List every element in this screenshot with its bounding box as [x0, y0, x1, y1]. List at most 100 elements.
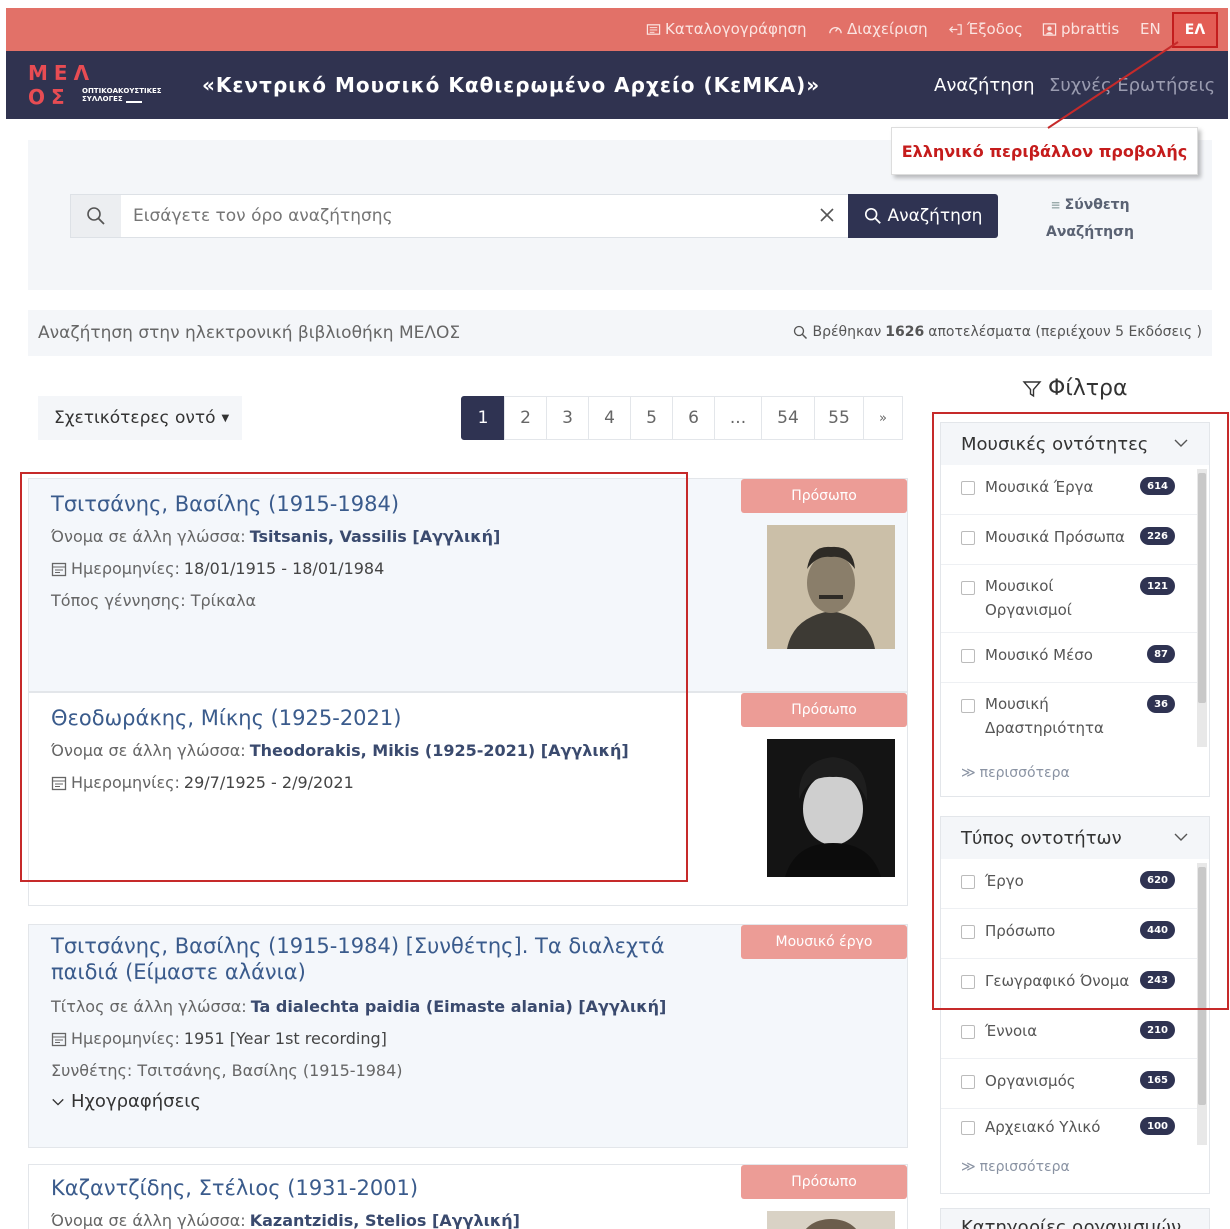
result-alt-name: Όνομα σε άλλη γλώσσα: Theodorakis, Mikis…: [51, 741, 629, 760]
filter-group-header[interactable]: Μουσικές οντότητες: [941, 423, 1209, 465]
admin-link[interactable]: Διαχείριση: [828, 20, 928, 38]
filter-item-label: Οργανισμός: [985, 1072, 1076, 1090]
filter-group-title: Τύπος οντοτήτων: [961, 827, 1122, 849]
result-dates: Ημερομηνίες: 18/01/1915 - 18/01/1984: [51, 559, 384, 578]
filter-item[interactable]: Πρόσωπο 440: [941, 909, 1197, 959]
chevron-down-icon: [52, 1098, 64, 1106]
advanced-search-line2: Αναζήτηση: [1046, 224, 1134, 240]
filter-group-header[interactable]: Κατηγορίες οργανισμών: [941, 1209, 1209, 1229]
filter-item[interactable]: Μουσικό Μέσο 87: [941, 633, 1197, 683]
nav-faq-link[interactable]: Συχνές Ερωτήσεις: [1049, 75, 1215, 96]
logo-letters-bottom: ΟΣ: [28, 85, 71, 109]
filter-checkbox[interactable]: [961, 481, 975, 495]
lang-el-button[interactable]: ΕΛ: [1172, 12, 1218, 48]
lang-el-label: ΕΛ: [1184, 22, 1206, 38]
filter-checkbox[interactable]: [961, 1075, 975, 1089]
filter-count-badge: 210: [1140, 1021, 1175, 1039]
filter-item[interactable]: Μουσική Δραστηριότητα 36: [941, 683, 1197, 749]
filter-item[interactable]: Μουσικά Έργα 614: [941, 465, 1197, 515]
filter-item[interactable]: Γεωγραφικό Όνομα 243: [941, 959, 1197, 1009]
filter-checkbox[interactable]: [961, 531, 975, 545]
result-card[interactable]: Θεοδωράκης, Μίκης (1925-2021) Όνομα σε ά…: [28, 692, 908, 906]
scrollbar-thumb[interactable]: [1198, 473, 1206, 703]
page-6[interactable]: 6: [672, 396, 715, 440]
clear-icon[interactable]: [815, 203, 839, 227]
entity-type-badge: Πρόσωπο: [741, 479, 907, 513]
annotation-callout: Ελληνικό περιβάλλον προβολής: [891, 127, 1198, 175]
result-dates: Ημερομηνίες: 1951 [Year 1st recording]: [51, 1029, 387, 1048]
sort-dropdown[interactable]: Σχετικότερες οντό ▼: [38, 396, 242, 440]
search-button-label: Αναζήτηση: [887, 206, 983, 226]
filter-checkbox[interactable]: [961, 975, 975, 989]
result-card[interactable]: Τσιτσάνης, Βασίλης (1915-1984) Όνομα σε …: [28, 478, 908, 692]
filter-item-label: Μουσικό Μέσο: [985, 646, 1093, 664]
main-header: ΜΕΛ ΟΣ ΟΠΤΙΚΟΑΚΟΥΣΤΙΚΕΣ ΣΥΛΛΟΓΕΣ «Κεντρι…: [6, 51, 1228, 119]
filter-checkbox[interactable]: [961, 1025, 975, 1039]
filter-item[interactable]: Μουσικοί Οργανισμοί 121: [941, 565, 1197, 633]
search-button[interactable]: Αναζήτηση: [848, 194, 998, 238]
result-title[interactable]: Θεοδωράκης, Μίκης (1925-2021): [51, 705, 731, 731]
page-4[interactable]: 4: [588, 396, 631, 440]
filter-scrollbar[interactable]: [1197, 469, 1207, 747]
more-link[interactable]: ≫ περισσότερα: [961, 765, 1070, 781]
filter-count-badge: 165: [1140, 1071, 1175, 1089]
nav-search-link[interactable]: Αναζήτηση: [934, 75, 1035, 96]
page-54[interactable]: 54: [761, 396, 815, 440]
filter-count-badge: 100: [1140, 1117, 1175, 1135]
filter-item-label: Αρχειακό Υλικό: [985, 1118, 1101, 1136]
filter-checkbox[interactable]: [961, 1121, 975, 1135]
result-card[interactable]: Καζαντζίδης, Στέλιος (1931-2001) Όνομα σ…: [28, 1164, 908, 1229]
more-link[interactable]: ≫ περισσότερα: [961, 1159, 1070, 1175]
filter-scrollbar[interactable]: [1197, 863, 1207, 1145]
pagination: 1 2 3 4 5 6 ... 54 55 »: [461, 396, 903, 440]
search-input[interactable]: [133, 205, 793, 227]
dates-value: 18/01/1915 - 18/01/1984: [183, 559, 385, 578]
catalog-link[interactable]: Καταλογογράφηση: [646, 20, 806, 38]
calendar-icon: [51, 562, 67, 576]
filter-checkbox[interactable]: [961, 649, 975, 663]
filter-group-header[interactable]: Τύπος οντοτήτων: [941, 817, 1209, 859]
filter-item[interactable]: Οργανισμός 165: [941, 1059, 1197, 1109]
alt-name-value: Tsitsanis, Vassilis [Αγγλική]: [249, 527, 501, 546]
filter-checkbox[interactable]: [961, 699, 975, 713]
page-next[interactable]: »: [863, 396, 903, 440]
results-found-prefix: Βρέθηκαν: [812, 324, 882, 340]
scrollbar-thumb[interactable]: [1198, 867, 1206, 1105]
filter-checkbox[interactable]: [961, 875, 975, 889]
filter-item-label: Μουσικοί Οργανισμοί: [985, 577, 1072, 619]
filter-item[interactable]: Έργο 620: [941, 859, 1197, 909]
filter-group-entity-type: Τύπος οντοτήτων Έργο 620 Πρόσωπο 440 Γεω…: [940, 816, 1210, 1194]
user-link[interactable]: pbrattis: [1042, 20, 1119, 38]
alt-name-label: Όνομα σε άλλη γλώσσα:: [51, 741, 246, 760]
filter-item[interactable]: Αρχειακό Υλικό 100: [941, 1109, 1197, 1147]
admin-label: Διαχείριση: [847, 20, 928, 38]
advanced-search-icon: ≡: [1050, 198, 1065, 212]
filter-item[interactable]: Έννοια 210: [941, 1009, 1197, 1059]
filter-checkbox[interactable]: [961, 581, 975, 595]
filter-item[interactable]: Μουσικά Πρόσωπα 226: [941, 515, 1197, 565]
page-1[interactable]: 1: [461, 396, 505, 440]
page-5[interactable]: 5: [630, 396, 673, 440]
page-2[interactable]: 2: [504, 396, 547, 440]
logout-link[interactable]: Έξοδος: [948, 20, 1023, 38]
alt-name-label: Όνομα σε άλλη γλώσσα:: [51, 527, 246, 546]
recordings-expander[interactable]: Ηχογραφήσεις: [51, 1091, 201, 1112]
logo-letters-top: ΜΕΛ: [28, 61, 96, 85]
user-icon: [1042, 22, 1057, 36]
result-title[interactable]: Τσιτσάνης, Βασίλης (1915-1984): [51, 491, 731, 517]
top-utility-bar: Καταλογογράφηση Διαχείριση Έξοδος pbratt…: [6, 8, 1228, 51]
filter-checkbox[interactable]: [961, 925, 975, 939]
filter-group-title: Κατηγορίες οργανισμών: [961, 1217, 1182, 1229]
page-3[interactable]: 3: [546, 396, 589, 440]
search-icon: [71, 195, 121, 237]
melos-logo[interactable]: ΜΕΛ ΟΣ ΟΠΤΙΚΟΑΚΟΥΣΤΙΚΕΣ ΣΥΛΛΟΓΕΣ: [28, 61, 188, 111]
page-55[interactable]: 55: [814, 396, 864, 440]
logout-icon: [949, 23, 962, 35]
filter-count-badge: 614: [1140, 477, 1175, 495]
advanced-search-link[interactable]: ≡ Σύνθετη Αναζήτηση: [1040, 192, 1140, 246]
result-title[interactable]: Τσιτσάνης, Βασίλης (1915-1984) [Συνθέτης…: [51, 933, 731, 985]
lang-en-link[interactable]: EN: [1140, 20, 1161, 38]
result-title[interactable]: Καζαντζίδης, Στέλιος (1931-2001): [51, 1175, 731, 1201]
portrait-photo: [767, 739, 895, 877]
result-card[interactable]: Τσιτσάνης, Βασίλης (1915-1984) [Συνθέτης…: [28, 924, 908, 1148]
